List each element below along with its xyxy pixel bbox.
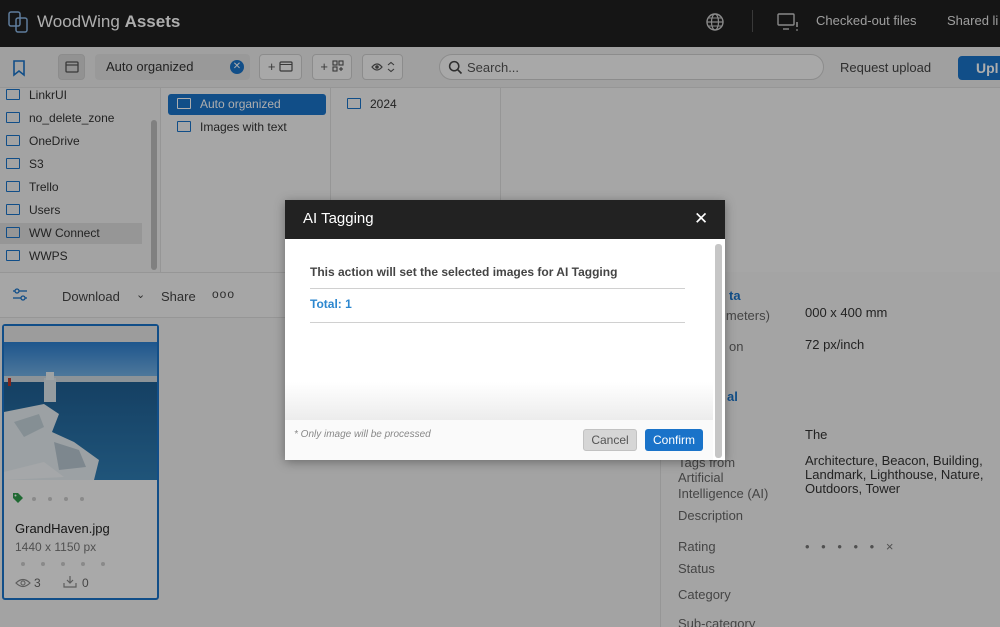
confirm-button[interactable]: Confirm [645,429,703,451]
dialog-message: This action will set the selected images… [310,265,618,279]
ai-tagging-dialog: AI Tagging ✕ This action will set the se… [285,200,725,460]
divider [310,288,685,289]
divider [310,322,685,323]
close-icon[interactable]: ✕ [694,209,708,229]
cancel-button[interactable]: Cancel [583,429,637,451]
dialog-fade [285,382,713,420]
total-count: Total: 1 [310,297,352,311]
dialog-scrollbar[interactable] [715,244,722,458]
dialog-header: AI Tagging ✕ [285,200,725,239]
processing-note: * Only image will be processed [294,429,431,440]
dialog-title: AI Tagging [303,210,374,227]
